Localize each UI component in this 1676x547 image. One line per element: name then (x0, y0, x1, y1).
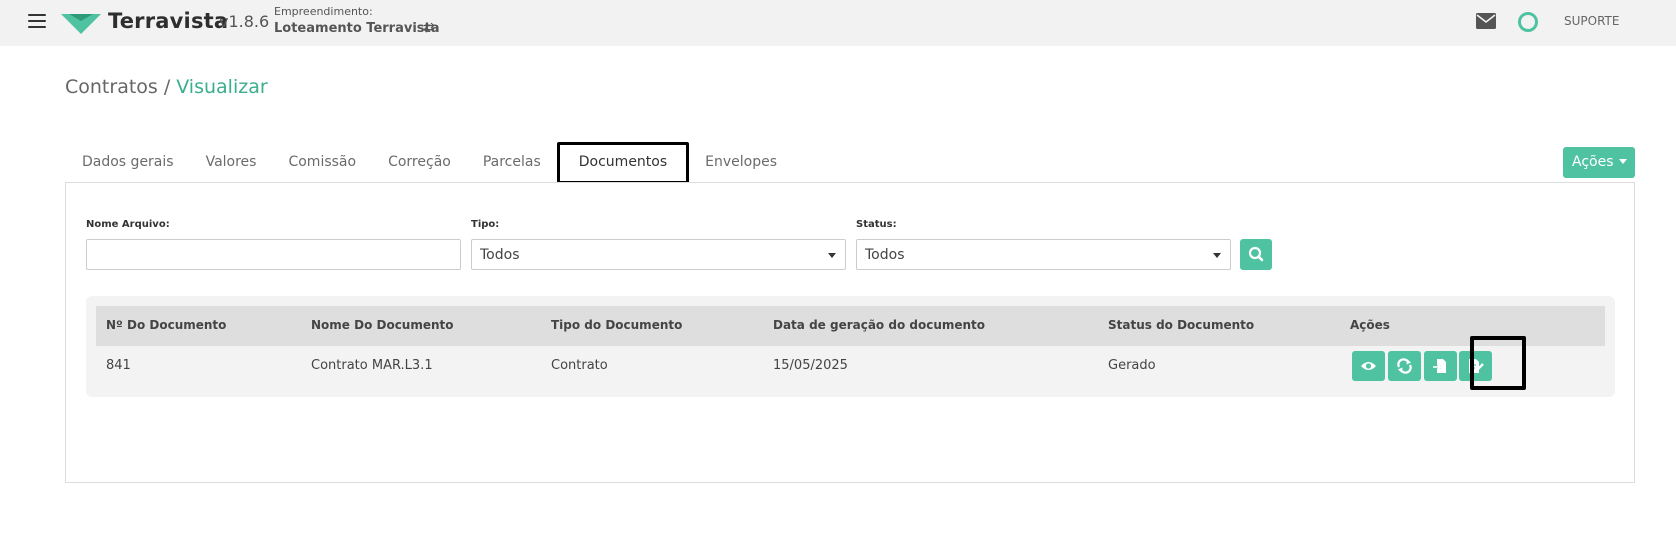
view-document-button[interactable] (1352, 351, 1385, 381)
chevron-down-icon (1618, 159, 1627, 164)
chevron-down-icon (828, 253, 836, 258)
file-export-icon (1433, 359, 1446, 373)
nome-arquivo-label: Nome Arquivo: (86, 219, 170, 230)
tab-envelopes[interactable]: Envelopes (689, 142, 793, 184)
search-icon (1248, 246, 1264, 262)
swap-icon[interactable]: ⇄ (423, 20, 435, 36)
empreendimento-label: Empreendimento: (274, 5, 373, 18)
status-label: Status: (856, 219, 897, 230)
status-select-value: Todos (865, 247, 905, 263)
column-header: Nº Do Documento (106, 318, 227, 332)
search-button[interactable] (1240, 239, 1272, 270)
terravista-logo-icon (61, 14, 101, 34)
column-header: Tipo do Documento (551, 318, 683, 332)
tipo-select-value: Todos (480, 247, 520, 263)
breadcrumb-current: Visualizar (176, 76, 268, 98)
documents-card: Nome Arquivo: Tipo: Todos Status: Todos … (65, 182, 1635, 483)
export-document-button[interactable] (1424, 351, 1457, 381)
cell-status: Gerado (1108, 358, 1156, 373)
chevron-down-icon (1213, 253, 1221, 258)
support-link[interactable]: SUPORTE (1564, 14, 1619, 28)
brand-name: Terravista (108, 9, 229, 33)
nome-arquivo-input[interactable] (86, 239, 461, 270)
app-version: v1.8.6 (219, 12, 270, 31)
cell-nome: Contrato MAR.L3.1 (311, 358, 433, 373)
column-header: Data de geração do documento (773, 318, 986, 332)
tab-correcao[interactable]: Correção (372, 142, 467, 184)
empreendimento-name[interactable]: Loteamento Terravista (274, 21, 440, 36)
cell-data: 15/05/2025 (773, 358, 848, 373)
regenerate-document-button[interactable] (1388, 351, 1421, 381)
breadcrumb-root[interactable]: Contratos (65, 76, 158, 98)
tipo-label: Tipo: (471, 219, 500, 230)
table-header: Nº Do Documento Nome Do Documento Tipo d… (96, 306, 1605, 346)
top-navbar: Terravista v1.8.6 Empreendimento: Loteam… (0, 0, 1676, 46)
acoes-button-label: Ações (1572, 154, 1614, 170)
hamburger-menu-icon[interactable] (28, 14, 46, 30)
tab-dados-gerais[interactable]: Dados gerais (66, 142, 190, 184)
highlight-box (1470, 336, 1526, 390)
tipo-select[interactable]: Todos (471, 239, 846, 270)
tab-valores[interactable]: Valores (190, 142, 273, 184)
tab-parcelas[interactable]: Parcelas (467, 142, 557, 184)
acoes-dropdown-button[interactable]: Ações (1563, 147, 1635, 178)
tab-documentos[interactable]: Documentos (556, 142, 690, 184)
column-header: Status do Documento (1108, 318, 1255, 332)
breadcrumb: Contratos / Visualizar (65, 76, 268, 98)
cell-tipo: Contrato (551, 358, 608, 373)
contract-tabs: Dados gerais Valores Comissão Correção P… (66, 142, 793, 184)
column-header: Ações (1350, 318, 1390, 332)
cell-numero: 841 (106, 358, 131, 373)
tab-comissao[interactable]: Comissão (272, 142, 372, 184)
status-select[interactable]: Todos (856, 239, 1231, 270)
eye-icon (1361, 362, 1376, 370)
documents-table: Nº Do Documento Nome Do Documento Tipo d… (86, 296, 1615, 397)
column-header: Nome Do Documento (311, 318, 454, 332)
status-ring-icon[interactable] (1518, 12, 1538, 32)
breadcrumb-separator: / (163, 76, 171, 98)
refresh-icon (1397, 358, 1412, 374)
mail-icon[interactable] (1476, 13, 1496, 29)
